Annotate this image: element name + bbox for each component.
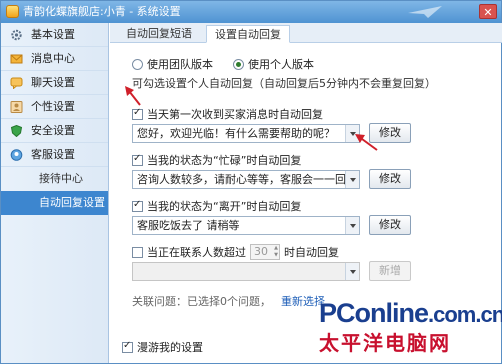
- chat-icon: [10, 77, 23, 89]
- chevron-down-icon[interactable]: [345, 263, 359, 280]
- window-title: 青韵化蝶旗舰店:小青 - 系统设置: [23, 5, 181, 18]
- settings-window: 青韵化蝶旗舰店:小青 - 系统设置 ✕ 基本设置 消息中心 聊天设置 个性设置 …: [0, 0, 502, 364]
- add-reply-button[interactable]: 新增: [369, 261, 411, 281]
- linked-questions-label: 关联问题：已选择0个问题，: [132, 295, 271, 308]
- away-status-checkbox[interactable]: [132, 199, 143, 212]
- contact-count-reply-select[interactable]: [132, 262, 360, 281]
- contact-count-spinner[interactable]: 30: [250, 244, 280, 260]
- roam-settings-checkbox[interactable]: [122, 340, 133, 353]
- tab-set-auto-reply[interactable]: 设置自动回复: [206, 25, 290, 43]
- sidebar-item-label: 基本设置: [31, 28, 75, 41]
- sidebar-item-label: 聊天设置: [31, 76, 75, 89]
- checkbox-label: 当正在联系人数超过: [147, 246, 246, 259]
- sidebar-item-messages[interactable]: 消息中心: [1, 47, 108, 71]
- sidebar-item-personal[interactable]: 个性设置: [1, 95, 108, 119]
- tab-bar: 自动回复短语 设置自动回复: [110, 23, 502, 43]
- close-button[interactable]: ✕: [479, 4, 497, 19]
- modify-away-status-button[interactable]: 修改: [369, 215, 411, 235]
- modify-busy-status-button[interactable]: 修改: [369, 169, 411, 189]
- checkbox-label-suffix: 时自动回复: [284, 246, 339, 259]
- pconline-watermark: PConline.com.cn 太平洋电脑网: [319, 298, 502, 364]
- radio-label: 使用团队版本: [147, 58, 213, 71]
- checkbox-label: 当天第一次收到买家消息时自动回复: [147, 108, 323, 121]
- auto-reply-note: 可勾选设置个人自动回复（自动回复后5分钟内不会重复回复）: [132, 77, 436, 90]
- sidebar-item-label: 安全设置: [31, 124, 75, 137]
- team-version-radio[interactable]: 使用团队版本: [132, 56, 213, 72]
- person-icon: [10, 101, 23, 113]
- select-value: 咨询人数较多，请耐心等等，客服会一一回: [137, 173, 346, 186]
- sidebar-item-service[interactable]: 客服设置: [1, 143, 108, 167]
- title-bar[interactable]: 青韵化蝶旗舰店:小青 - 系统设置 ✕: [1, 1, 501, 23]
- app-icon: [6, 5, 19, 18]
- chevron-down-icon[interactable]: [345, 171, 359, 188]
- first-message-rule[interactable]: 当天第一次收到买家消息时自动回复: [132, 106, 323, 122]
- busy-status-rule[interactable]: 当我的状态为“忙碌”时自动回复: [132, 152, 301, 168]
- checkbox-label: 当我的状态为“离开”时自动回复: [147, 200, 302, 213]
- contact-count-rule[interactable]: 当正在联系人数超过 30 时自动回复: [132, 244, 339, 260]
- sidebar-subitem-auto-reply[interactable]: 自动回复设置: [1, 191, 108, 215]
- watermark-domain: .com.cn: [428, 302, 502, 327]
- select-value: 您好，欢迎光临！有什么需要帮助的呢？: [137, 127, 335, 140]
- annotation-arrow-icon: [125, 86, 141, 106]
- headset-icon: [10, 149, 23, 161]
- busy-status-reply-select[interactable]: 咨询人数较多，请耐心等等，客服会一一回: [132, 170, 360, 189]
- radio-button-selected[interactable]: [233, 58, 244, 70]
- first-message-checkbox[interactable]: [132, 107, 143, 120]
- contact-count-checkbox[interactable]: [132, 246, 143, 258]
- shield-icon: [10, 125, 23, 137]
- sidebar-item-label: 客服设置: [31, 148, 75, 161]
- sidebar-subitem-reception[interactable]: 接待中心: [1, 167, 108, 191]
- away-status-rule[interactable]: 当我的状态为“离开”时自动回复: [132, 198, 301, 214]
- radio-label: 使用个人版本: [248, 58, 314, 71]
- busy-status-checkbox[interactable]: [132, 153, 143, 166]
- watermark-chinese: 太平洋电脑网: [319, 331, 451, 355]
- roam-settings-option[interactable]: 漫游我的设置: [122, 339, 203, 355]
- watermark-brand: PConline: [319, 298, 429, 328]
- linked-questions-text: 关联问题：已选择0个问题， 重新选择: [132, 293, 325, 309]
- select-value: 客服吃饭去了 请稍等: [137, 219, 240, 232]
- annotation-arrow-icon: [355, 134, 378, 151]
- envelope-icon: [10, 54, 23, 64]
- checkbox-label: 漫游我的设置: [137, 341, 203, 354]
- tab-auto-reply-phrases[interactable]: 自动回复短语: [118, 25, 200, 43]
- radio-button[interactable]: [132, 58, 143, 70]
- paper-plane-icon: [408, 6, 442, 18]
- sidebar-item-label: 个性设置: [31, 100, 75, 113]
- gear-icon: [11, 29, 22, 41]
- checkbox-label: 当我的状态为“忙碌”时自动回复: [147, 154, 302, 167]
- sidebar-item-label: 消息中心: [31, 52, 75, 65]
- first-message-reply-select[interactable]: 您好，欢迎光临！有什么需要帮助的呢？: [132, 124, 360, 143]
- chevron-down-icon[interactable]: [345, 217, 359, 234]
- sidebar-item-security[interactable]: 安全设置: [1, 119, 108, 143]
- personal-version-radio[interactable]: 使用个人版本: [233, 56, 314, 72]
- sidebar-item-chat[interactable]: 聊天设置: [1, 71, 108, 95]
- sidebar: 基本设置 消息中心 聊天设置 个性设置 安全设置 客服设置 接待中心 自动回复设…: [1, 23, 109, 363]
- away-status-reply-select[interactable]: 客服吃饭去了 请稍等: [132, 216, 360, 235]
- sidebar-item-basic[interactable]: 基本设置: [1, 23, 108, 47]
